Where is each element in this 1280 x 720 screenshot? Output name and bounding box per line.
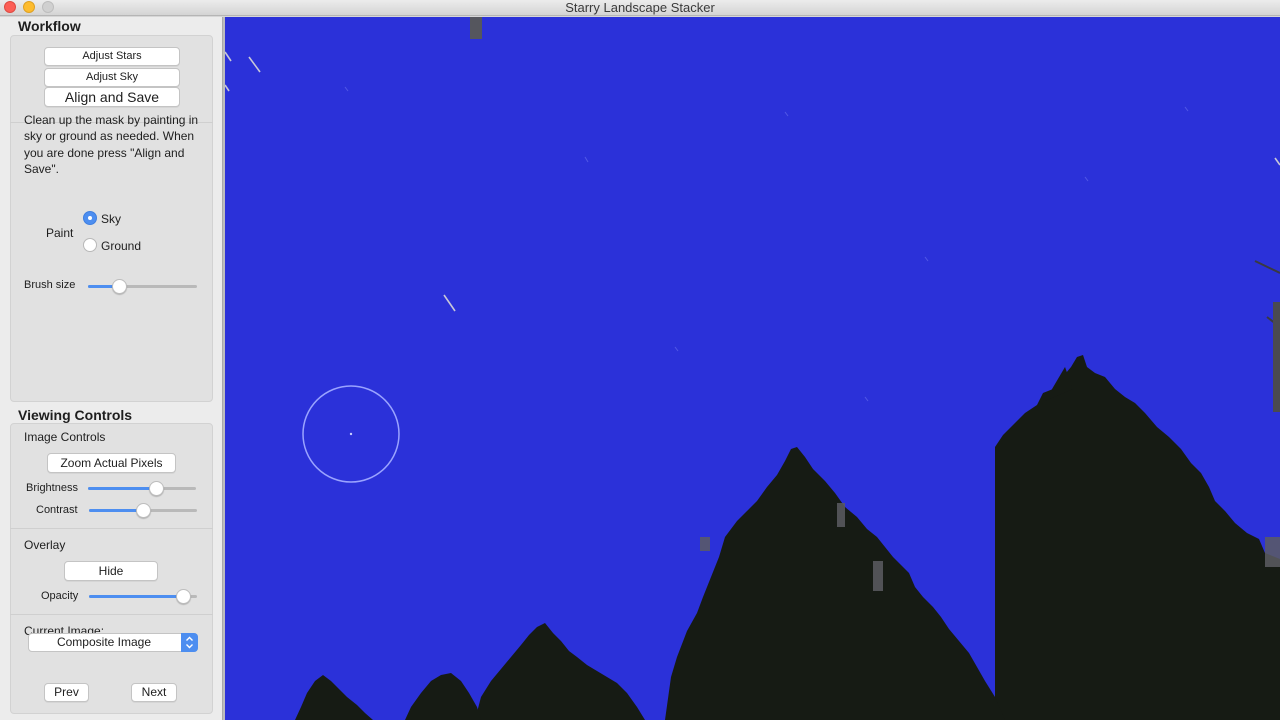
contrast-slider[interactable] <box>89 502 197 518</box>
align-and-save-button[interactable]: Align and Save <box>44 87 180 107</box>
next-image-button[interactable]: Next <box>131 683 177 702</box>
brightness-label: Brightness <box>26 482 78 494</box>
slider-thumb[interactable] <box>136 503 151 518</box>
current-image-value: Composite Image <box>56 635 152 649</box>
landscape-image <box>225 17 1280 720</box>
workflow-heading: Workflow <box>18 18 81 34</box>
zoom-actual-pixels-button[interactable]: Zoom Actual Pixels <box>47 453 176 473</box>
instructions-text: Clean up the mask by painting in sky or … <box>24 113 199 177</box>
contrast-label: Contrast <box>36 504 78 516</box>
paint-ground-radio[interactable] <box>83 238 97 252</box>
brightness-slider[interactable] <box>88 480 196 496</box>
adjust-sky-button[interactable]: Adjust Sky <box>44 68 180 87</box>
paint-label: Paint <box>46 226 74 240</box>
image-controls-label: Image Controls <box>24 430 106 444</box>
current-image-divider <box>10 614 213 615</box>
opacity-slider[interactable] <box>89 588 197 604</box>
select-stepper-icon[interactable] <box>181 633 198 652</box>
image-canvas[interactable] <box>225 17 1280 720</box>
window-title: Starry Landscape Stacker <box>565 0 715 15</box>
paint-sky-radio[interactable] <box>83 211 97 225</box>
overlay-label: Overlay <box>24 538 66 552</box>
slider-thumb[interactable] <box>149 481 165 496</box>
opacity-label: Opacity <box>41 590 79 602</box>
paint-sky-label[interactable]: Sky <box>101 212 121 226</box>
hide-overlay-button[interactable]: Hide <box>64 561 158 581</box>
prev-image-button[interactable]: Prev <box>44 683 89 702</box>
slider-thumb[interactable] <box>175 589 191 604</box>
slider-thumb[interactable] <box>111 279 127 294</box>
title-bar: Starry Landscape Stacker <box>0 0 1280 16</box>
viewing-controls-heading: Viewing Controls <box>18 407 133 423</box>
brush-size-label: Brush size <box>24 279 76 291</box>
current-image-select[interactable]: Composite Image <box>28 633 198 652</box>
adjust-stars-button[interactable]: Adjust Stars <box>44 47 180 66</box>
overlay-divider <box>10 528 213 529</box>
paint-ground-label[interactable]: Ground <box>101 239 141 253</box>
brush-size-slider[interactable] <box>88 278 197 294</box>
